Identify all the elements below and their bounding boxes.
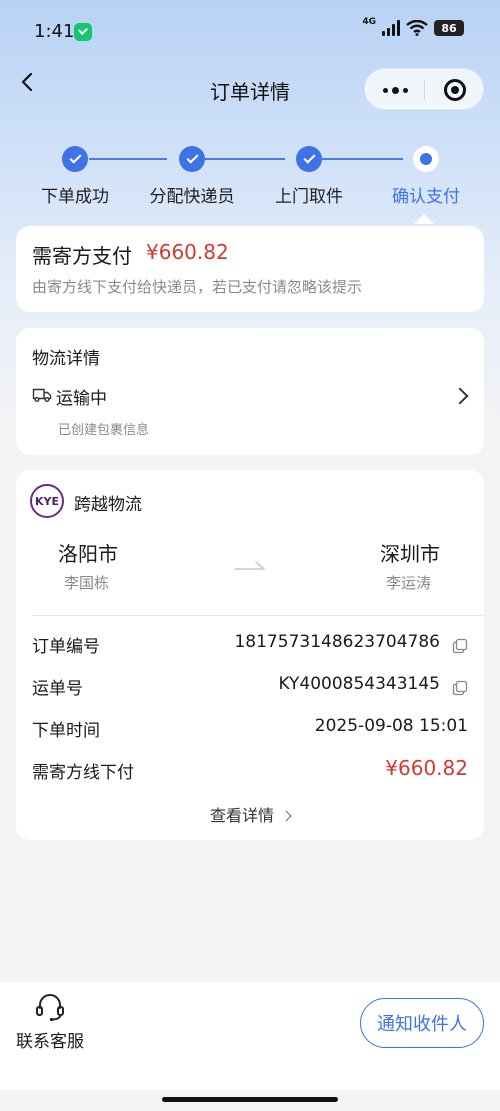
wifi-icon: [406, 20, 428, 36]
copy-icon[interactable]: [452, 638, 468, 654]
status-time: 1:41: [34, 21, 75, 42]
step-connector: [205, 158, 285, 160]
status-indicators: 4G 86: [362, 17, 464, 36]
app-notification-icon: [74, 23, 92, 41]
route-arrow-icon: [234, 561, 265, 570]
view-details-label: 查看详情: [209, 806, 274, 825]
close-mini-program-icon[interactable]: [425, 69, 485, 111]
chevron-right-icon: [280, 810, 292, 822]
more-options-icon[interactable]: [365, 69, 425, 111]
carrier-logo: KYE: [30, 484, 64, 518]
bottom-action-bar: 联系客服 通知收件人: [0, 982, 500, 1090]
current-step-pointer: [414, 214, 434, 224]
step-label-confirm-payment: 确认支付: [392, 187, 460, 207]
order-info-card: KYE 跨越物流 洛阳市 李国栋 深圳市 李运涛 订单编号 1817573148…: [16, 470, 484, 840]
mini-program-capsule: [364, 68, 484, 110]
order-number-value: 1817573148623704786: [234, 632, 440, 652]
destination-city: 深圳市: [380, 542, 440, 566]
status-bar: 1:41 4G 86: [0, 0, 500, 62]
offline-payment-row: 需寄方线下付 ¥660.82: [32, 756, 468, 786]
chevron-right-icon: [451, 387, 469, 405]
step-done-icon: [296, 146, 322, 172]
order-time-label: 下单时间: [32, 721, 100, 741]
battery-icon: 86: [434, 20, 464, 36]
step-connector: [322, 158, 403, 160]
notify-recipient-button[interactable]: 通知收件人: [360, 998, 484, 1048]
order-time-value: 2025-09-08 15:01: [314, 716, 468, 736]
step-current-icon: [413, 146, 439, 172]
offline-payment-label: 需寄方线下付: [32, 763, 134, 783]
carrier-name: 跨越物流: [74, 495, 142, 515]
waybill-number-row: 运单号 KY4000854343145: [32, 674, 468, 702]
logistics-status: 运输中: [56, 389, 107, 409]
contact-customer-service-button[interactable]: 联系客服: [16, 1027, 84, 1052]
truck-icon: [32, 388, 52, 402]
logistics-substatus: 已创建包裹信息: [58, 423, 150, 438]
view-details-link[interactable]: 查看详情: [16, 802, 484, 826]
logistics-title: 物流详情: [32, 349, 100, 369]
waybill-number-label: 运单号: [32, 679, 83, 699]
payment-amount: ¥660.82: [146, 240, 229, 264]
step-connector: [89, 158, 167, 160]
order-number-row: 订单编号 1817573148623704786: [32, 632, 468, 660]
headset-icon[interactable]: [34, 992, 66, 1022]
home-indicator[interactable]: [162, 1097, 338, 1102]
recipient-name: 李运涛: [386, 574, 432, 592]
order-time-row: 下单时间 2025-09-08 15:01: [32, 716, 468, 744]
order-number-label: 订单编号: [32, 637, 100, 657]
step-label-courier-assigned: 分配快递员: [149, 187, 235, 207]
payment-notice-card: 需寄方支付 ¥660.82 由寄方线下支付给快递员，若已支付请忽略该提示: [16, 226, 484, 312]
copy-icon[interactable]: [452, 680, 468, 696]
sender-name: 李国栋: [64, 574, 110, 592]
logistics-card[interactable]: 物流详情 运输中 已创建包裹信息: [16, 328, 484, 455]
signal-icon: [382, 20, 400, 36]
order-progress-steps: 下单成功 分配快递员 上门取件 确认支付: [0, 140, 500, 224]
payment-hint: 由寄方线下支付给快递员，若已支付请忽略该提示: [32, 278, 363, 296]
step-label-order-placed: 下单成功: [41, 187, 109, 207]
step-done-icon: [62, 146, 88, 172]
card-divider: [32, 615, 484, 616]
payment-title: 需寄方支付: [32, 244, 132, 268]
origin-city: 洛阳市: [58, 542, 118, 566]
step-label-pickup: 上门取件: [275, 187, 343, 207]
offline-payment-amount: ¥660.82: [385, 756, 468, 780]
step-done-icon: [179, 146, 205, 172]
waybill-number-value: KY4000854343145: [278, 674, 440, 694]
network-type: 4G: [362, 17, 376, 27]
